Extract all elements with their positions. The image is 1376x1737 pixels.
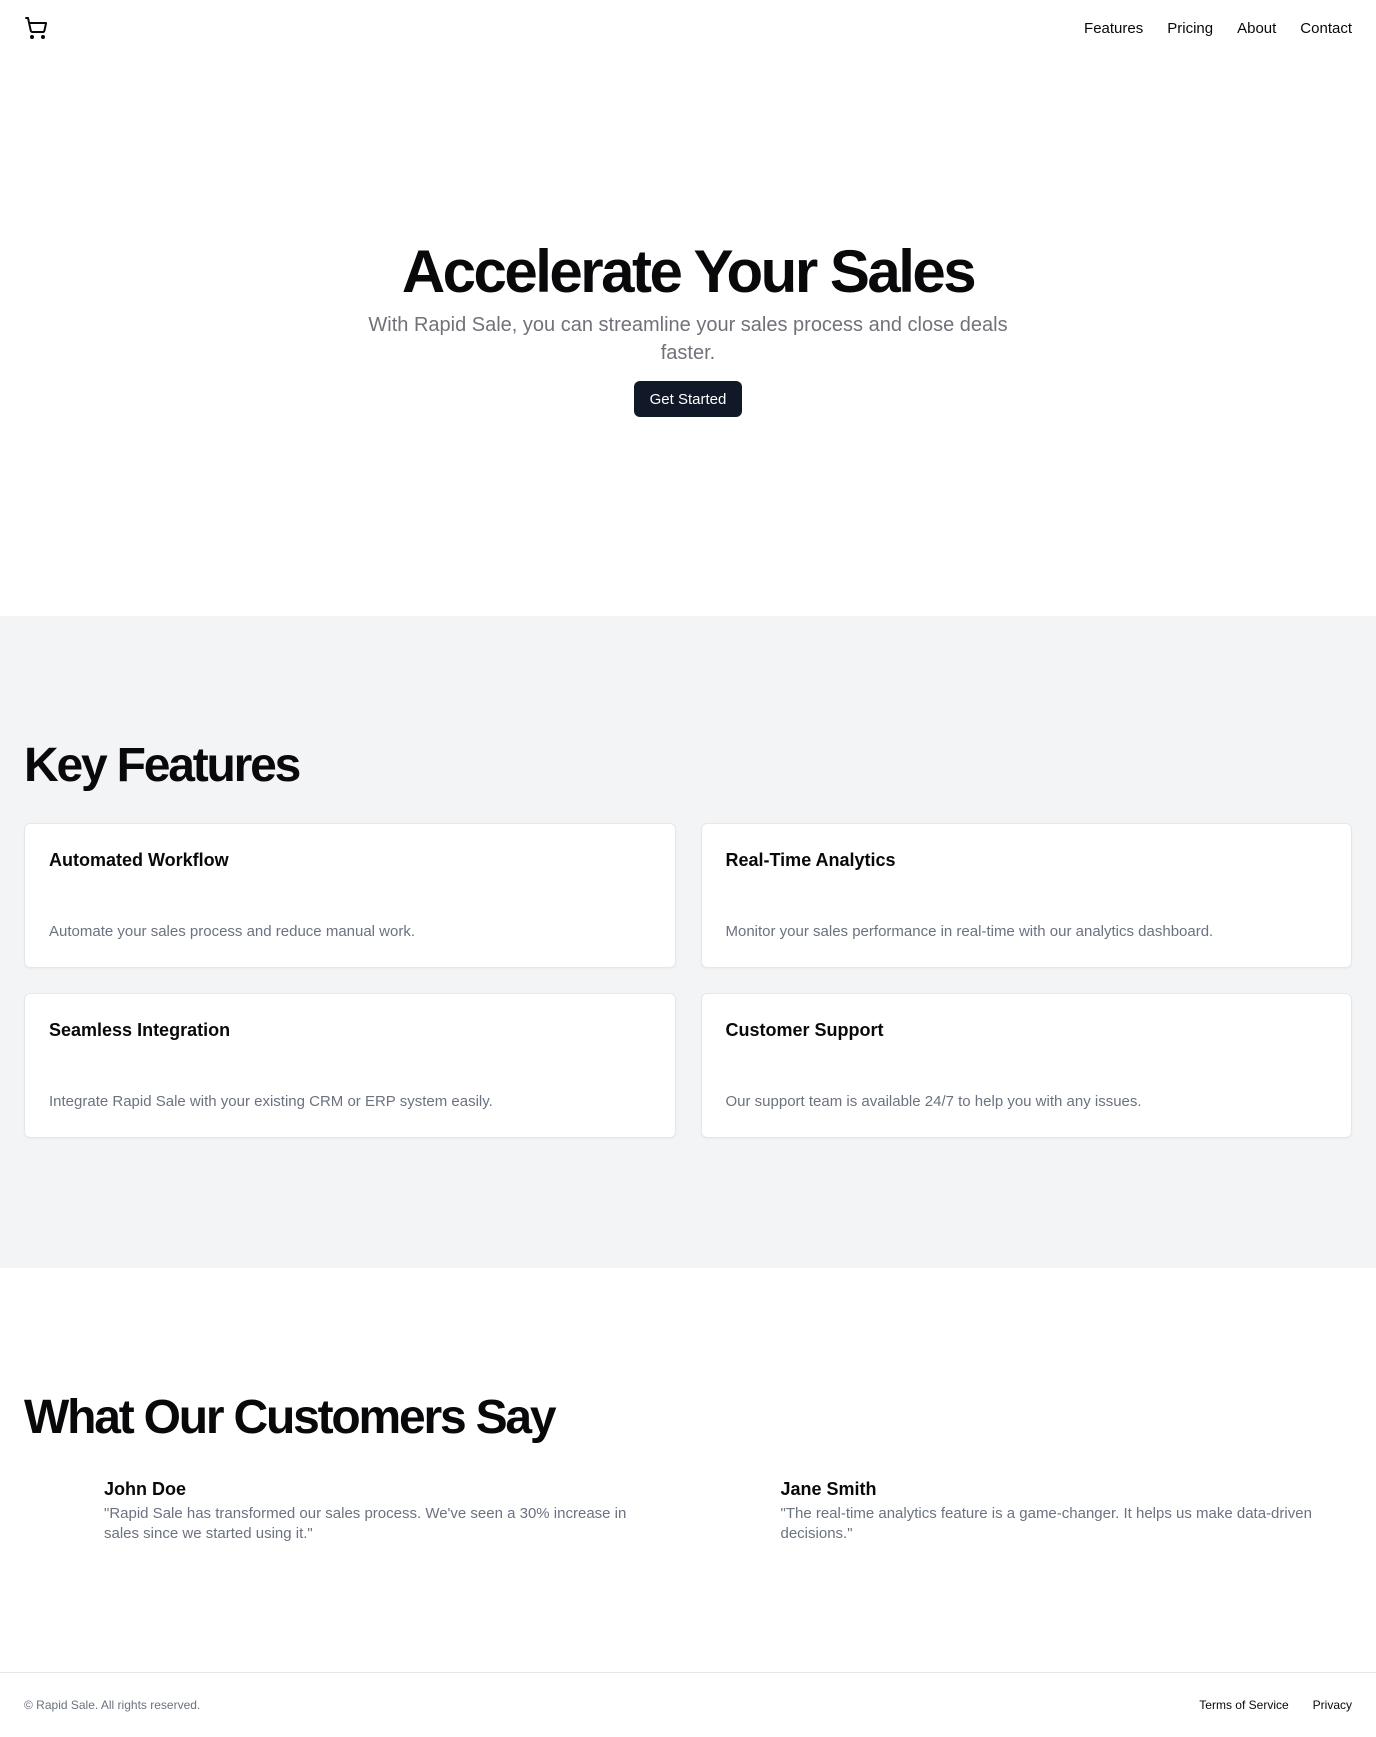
features-section: Key Features Automated Workflow Automate… (0, 616, 1376, 1268)
hero-section: Accelerate Your Sales With Rapid Sale, y… (0, 56, 1376, 616)
hero-title: Accelerate Your Sales (401, 238, 977, 305)
nav-link-contact[interactable]: Contact (1300, 20, 1352, 37)
privacy-link[interactable]: Privacy (1313, 1698, 1352, 1712)
testimonial-name: John Doe (104, 1478, 187, 1499)
terms-link[interactable]: Terms of Service (1199, 1698, 1288, 1712)
feature-card: Real-Time Analytics Monitor your sales p… (700, 822, 1352, 968)
feature-card: Automated Workflow Automate your sales p… (24, 822, 676, 968)
testimonials-title: What Our Customers Say (24, 1391, 557, 1444)
feature-description: Integrate Rapid Sale with your existing … (49, 1092, 493, 1110)
feature-description: Automate your sales process and reduce m… (49, 922, 416, 940)
features-grid: Automated Workflow Automate your sales p… (24, 822, 1352, 1138)
testimonial-name: Jane Smith (780, 1478, 877, 1499)
feature-title: Customer Support (725, 1019, 884, 1040)
copyright-text: © Rapid Sale. All rights reserved. (24, 1698, 201, 1712)
logo-link[interactable] (24, 16, 48, 40)
shopping-cart-icon (24, 16, 48, 40)
feature-description: Monitor your sales performance in real-t… (725, 922, 1214, 940)
testimonials-section: What Our Customers Say John Doe "Rapid S… (0, 1268, 1376, 1672)
feature-card: Seamless Integration Integrate Rapid Sal… (24, 992, 676, 1138)
features-title: Key Features (24, 739, 301, 792)
testimonials-grid: John Doe "Rapid Sale has transformed our… (24, 1479, 1352, 1544)
hero-subtitle: With Rapid Sale, you can streamline your… (368, 314, 1008, 364)
get-started-button[interactable]: Get Started (633, 381, 743, 417)
feature-title: Automated Workflow (49, 849, 229, 870)
nav-link-pricing[interactable]: Pricing (1167, 20, 1213, 37)
nav-link-features[interactable]: Features (1084, 20, 1143, 37)
nav-link-about[interactable]: About (1237, 20, 1276, 37)
testimonial: Jane Smith "The real-time analytics feat… (701, 1479, 1353, 1544)
main-nav: Features Pricing About Contact (1084, 20, 1352, 37)
feature-title: Real-Time Analytics (725, 849, 896, 870)
site-header: Features Pricing About Contact (0, 0, 1376, 56)
feature-title: Seamless Integration (49, 1019, 231, 1040)
footer-nav: Terms of Service Privacy (1199, 1698, 1352, 1712)
testimonial: John Doe "Rapid Sale has transformed our… (24, 1479, 676, 1544)
testimonial-quote: "Rapid Sale has transformed our sales pr… (104, 1504, 627, 1542)
feature-description: Our support team is available 24/7 to he… (725, 1092, 1142, 1110)
feature-card: Customer Support Our support team is ava… (700, 992, 1352, 1138)
site-footer: © Rapid Sale. All rights reserved. Terms… (0, 1672, 1376, 1737)
testimonial-quote: "The real-time analytics feature is a ga… (780, 1504, 1312, 1542)
